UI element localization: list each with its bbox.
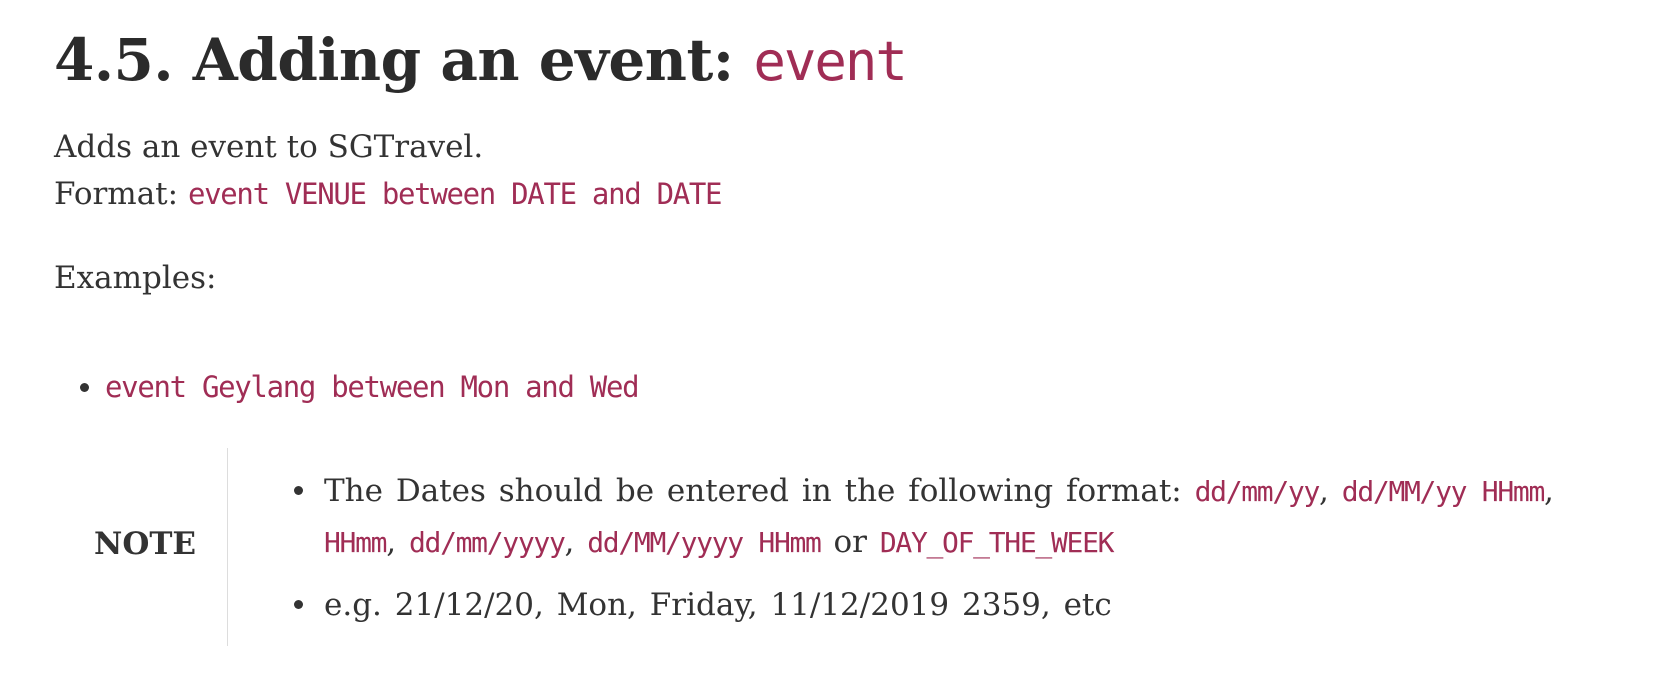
note-example-text: e.g. 21/12/20, Mon, Friday, 11/12/2019 2… — [324, 587, 1112, 623]
note-label: NOTE — [94, 526, 197, 562]
bullet-icon — [80, 382, 89, 392]
separator: , — [564, 524, 588, 560]
list-item: event Geylang between Mon and Wed — [80, 365, 640, 409]
bullet-icon — [294, 486, 303, 495]
date-format-code: dd/mm/yy — [1194, 475, 1321, 508]
examples-list: event Geylang between Mon and Wed — [80, 365, 640, 409]
format-paragraph: Format: event VENUE between DATE and DAT… — [54, 172, 723, 216]
note-admonition: NOTE The Dates should be entered in the … — [54, 448, 1634, 646]
list-item: The Dates should be entered in the follo… — [294, 466, 1629, 568]
date-format-code: HHmm — [324, 526, 388, 559]
note-content: The Dates should be entered in the follo… — [294, 466, 1629, 642]
description-text: Adds an event to SGTravel. — [54, 129, 484, 165]
separator: , — [1544, 473, 1554, 509]
section-heading: 4.5. Adding an event: event — [54, 24, 908, 98]
example-code: event Geylang between Mon and Wed — [105, 370, 640, 404]
separator: or — [820, 524, 880, 560]
note-text: The Dates should be entered in the follo… — [324, 473, 1195, 509]
list-item: e.g. 21/12/20, Mon, Friday, 11/12/2019 2… — [294, 580, 1629, 630]
date-format-code: DAY_OF_THE_WEEK — [879, 526, 1115, 559]
description-paragraph: Adds an event to SGTravel. — [54, 125, 483, 169]
separator: , — [386, 524, 409, 560]
date-format-code: dd/mm/yyyy — [408, 526, 566, 559]
section-heading-code: event — [753, 30, 908, 93]
format-code: event VENUE between DATE and DATE — [187, 177, 723, 211]
section-heading-text: 4.5. Adding an event: — [54, 26, 754, 94]
date-format-code: dd/MM/yy HHmm — [1341, 475, 1546, 508]
format-label: Format: — [54, 176, 188, 212]
note-divider — [227, 448, 228, 646]
bullet-icon — [294, 600, 303, 609]
examples-label: Examples: — [54, 260, 217, 296]
separator: , — [1319, 473, 1342, 509]
date-format-code: dd/MM/yyyy HHmm — [587, 526, 822, 559]
